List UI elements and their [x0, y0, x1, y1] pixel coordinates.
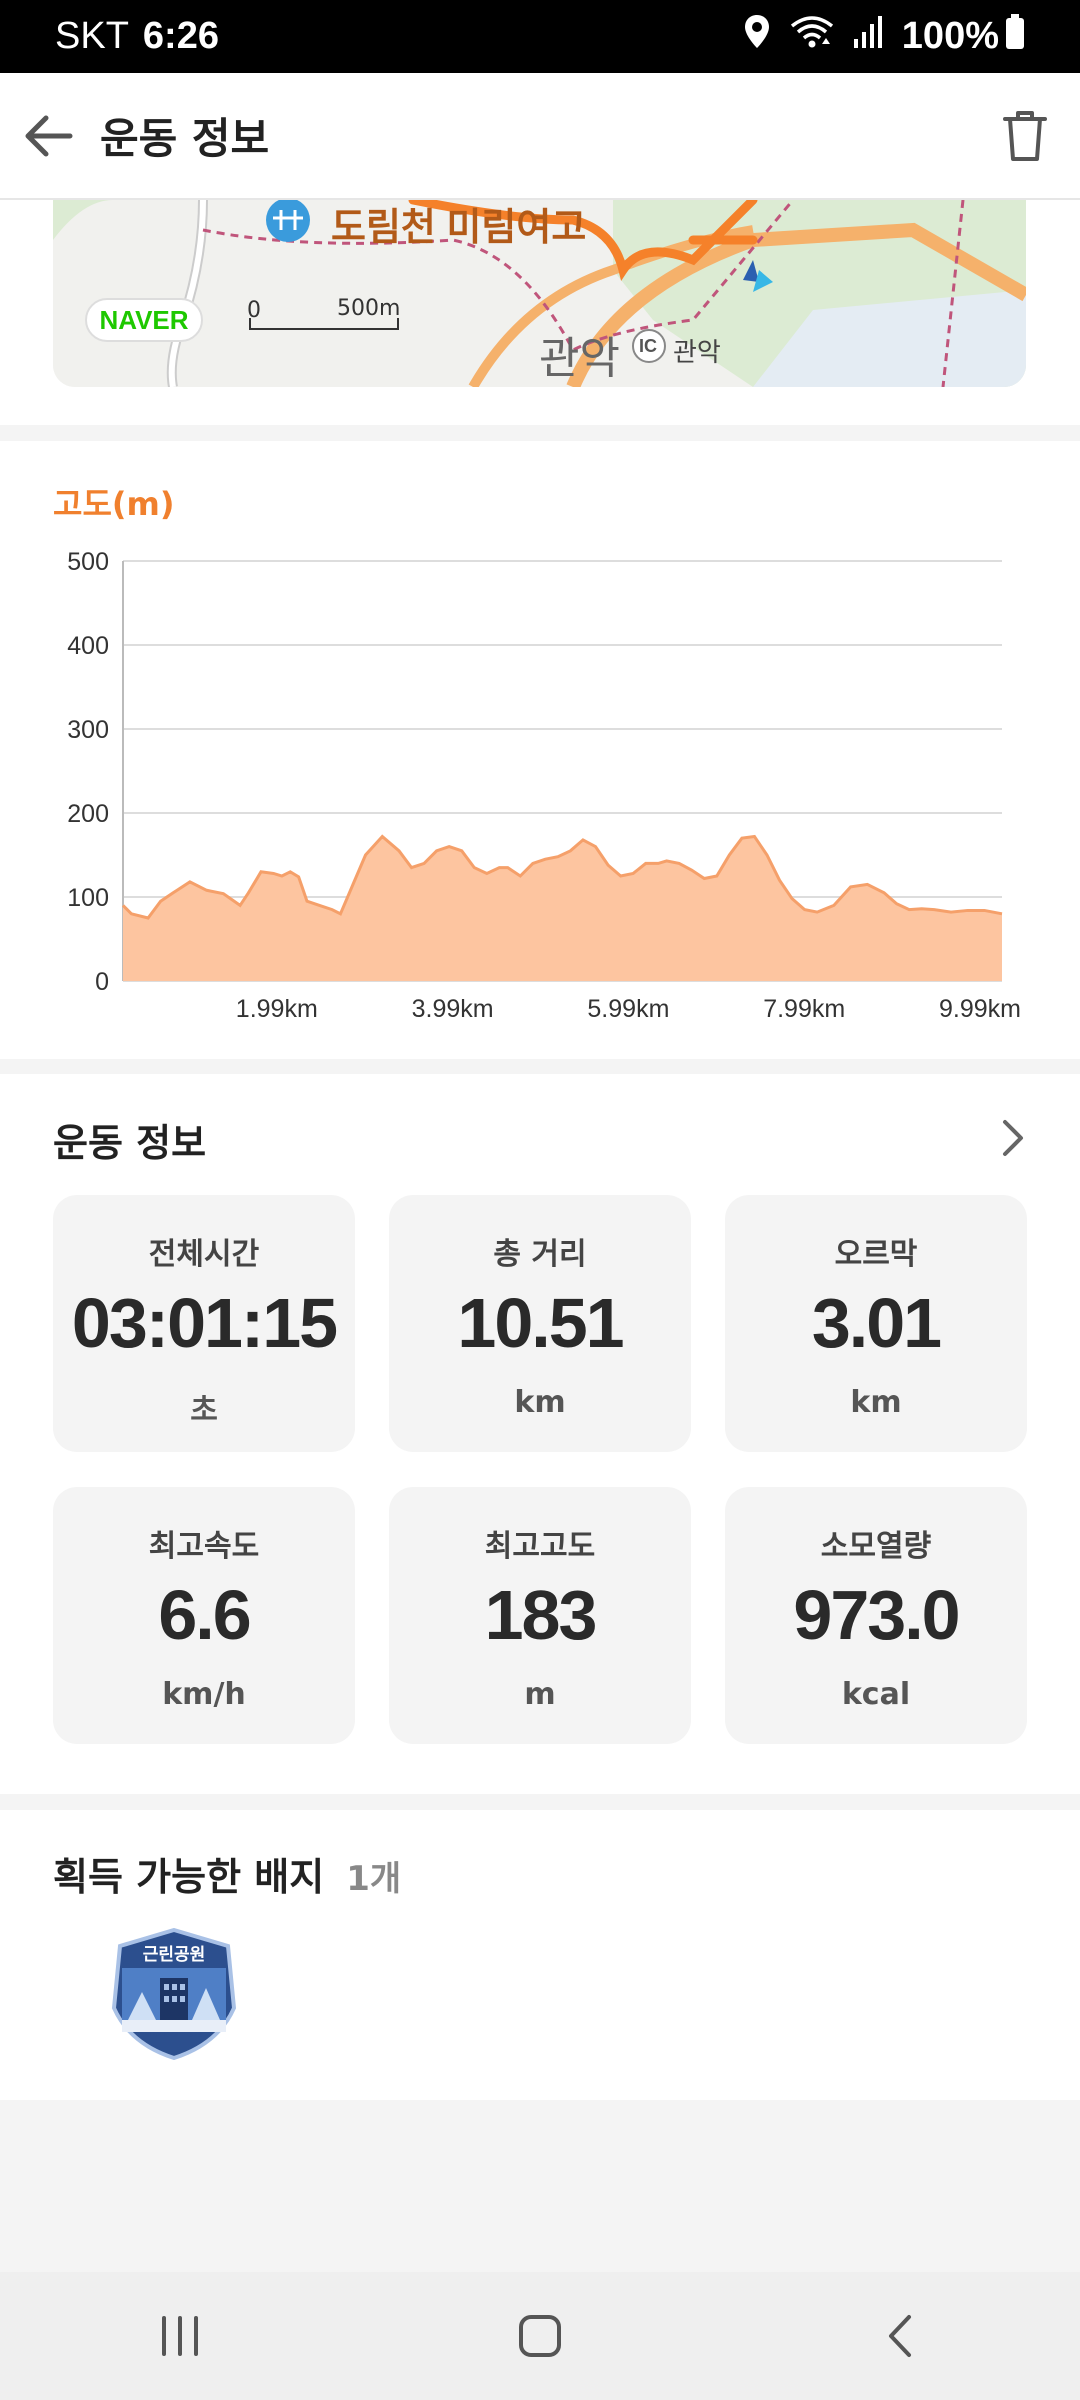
arrow-left-icon [25, 115, 73, 156]
wifi-icon [790, 14, 834, 60]
scale-bar [249, 318, 399, 330]
route-map[interactable]: 도림천 미림여고 관악 IC 관악 NAVER 0 500m [53, 200, 1026, 387]
stat-total-time: 전체시간 03:01:15 초 [53, 1195, 355, 1452]
stat-max-altitude: 최고고도 183 m [389, 1487, 691, 1744]
y-tick-label: 200 [67, 800, 109, 828]
stat-calories: 소모열량 973.0 kcal [725, 1487, 1027, 1744]
chevron-right-icon[interactable] [997, 1118, 1027, 1162]
status-icons: 100% [742, 13, 1025, 60]
location-icon [742, 14, 772, 60]
map-district-label: 관악 [539, 334, 620, 383]
system-nav-bar [0, 2272, 1080, 2400]
map-ic-label: 관악 [673, 337, 721, 367]
y-tick-label: 400 [67, 632, 109, 660]
stat-total-distance: 총 거리 10.51 km [389, 1195, 691, 1452]
elevation-area [123, 836, 1002, 981]
battery-icon [1005, 13, 1025, 60]
stat-label: 전체시간 [148, 1237, 260, 1272]
stat-unit: m [524, 1677, 556, 1712]
clock: 6:26 [142, 15, 219, 57]
stat-label: 최고속도 [148, 1529, 260, 1564]
workout-info-header[interactable]: 운동 정보 [53, 1112, 1027, 1167]
back-icon [889, 2315, 911, 2357]
naver-logo: NAVER [85, 298, 203, 342]
badge-title: 근린공원 [142, 1945, 206, 1965]
stat-unit: 초 [190, 1393, 218, 1428]
x-tick-label: 1.99km [236, 995, 318, 1023]
y-tick-label: 100 [67, 884, 109, 912]
elevation-chart: 0 100 200 300 400 500 1.99km 3.99km 5.99km 7.99km… [67, 548, 1021, 1023]
x-tick-label: 9.99km [939, 995, 1021, 1023]
stat-label: 최고고도 [484, 1529, 596, 1564]
map-ic-badge: IC [639, 336, 657, 356]
stat-label: 총 거리 [493, 1237, 587, 1272]
back-button[interactable] [0, 72, 96, 199]
nav-back-button[interactable] [830, 2286, 970, 2386]
app-bar: 운동 정보 [0, 73, 1080, 200]
stat-value: 3.01 [811, 1284, 942, 1362]
stat-value: 6.6 [158, 1576, 251, 1654]
signal-icon [852, 15, 884, 59]
y-tick-label: 500 [67, 548, 109, 576]
workout-info-heading: 운동 정보 [53, 1121, 207, 1165]
x-tick-label: 3.99km [412, 995, 494, 1023]
page-title: 운동 정보 [100, 114, 270, 163]
stat-value: 03:01:15 [71, 1284, 338, 1362]
workout-info-section: 운동 정보 전체시간 03:01:15 초 총 거리 10.51 km 오르막 … [0, 1074, 1080, 1794]
badge-header: 획득 가능한 배지 1개 [53, 1846, 401, 1901]
stat-unit: km [850, 1385, 902, 1420]
map-scale: 0 500m [247, 296, 400, 340]
stat-unit: km/h [162, 1677, 246, 1712]
stat-uphill: 오르막 3.01 km [725, 1195, 1027, 1452]
battery-percent: 100% [901, 15, 999, 57]
y-tick-label: 300 [67, 716, 109, 744]
stat-unit: kcal [841, 1677, 911, 1712]
delete-button[interactable] [970, 72, 1080, 199]
carrier-label: SKT [55, 15, 129, 57]
recent-apps-button[interactable] [110, 2286, 250, 2386]
badge-subtitle: TRANGGLE GPS [145, 2032, 202, 2039]
stat-value: 183 [484, 1576, 598, 1654]
status-bar: SKT 6:26 100% [0, 0, 1080, 73]
map-place-label: 도림천 미림여고 [331, 207, 587, 249]
y-tick-label: 0 [95, 968, 109, 996]
recent-apps-icon [162, 2316, 198, 2356]
stat-label: 소모열량 [820, 1529, 932, 1564]
park-badge-icon[interactable]: 근린공원 TRANGGLE GPS [108, 1928, 240, 2060]
stat-value: 973.0 [793, 1576, 960, 1654]
x-tick-label: 5.99km [587, 995, 669, 1023]
home-icon [519, 2315, 561, 2357]
stat-value: 10.51 [457, 1284, 624, 1362]
screen: SKT 6:26 100% 운동 정보 도림천 미림여고 관악 IC 관악 NA… [0, 0, 1080, 2400]
stat-label: 오르막 [834, 1237, 918, 1272]
badge-section: 획득 가능한 배지 1개 근린공원 TRANGGLE GPS [0, 1810, 1080, 2100]
x-tick-label: 7.99km [763, 995, 845, 1023]
home-button[interactable] [470, 2286, 610, 2386]
stat-max-speed: 최고속도 6.6 km/h [53, 1487, 355, 1744]
trash-icon [1003, 110, 1047, 161]
naver-logo-text: NAVER [99, 304, 189, 335]
badge-count: 1개 [346, 1859, 402, 1899]
elevation-section: 고도(m) 0 100 200 300 400 500 1.99km 3.99km 5.99km… [0, 441, 1080, 1059]
badge-heading: 획득 가능한 배지 [53, 1855, 325, 1899]
stat-unit: km [514, 1385, 566, 1420]
map-section: 도림천 미림여고 관악 IC 관악 NAVER 0 500m [0, 200, 1080, 425]
